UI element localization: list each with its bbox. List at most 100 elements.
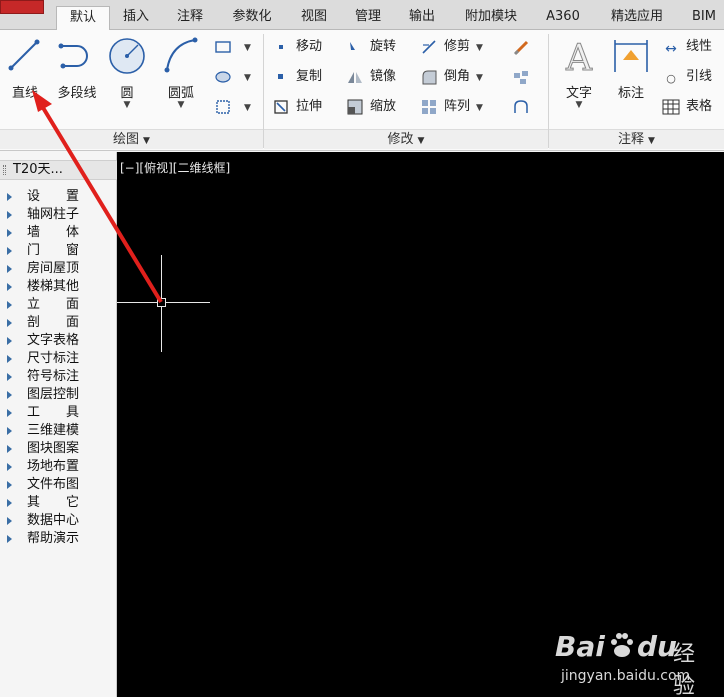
expand-triangle-icon[interactable] xyxy=(7,265,12,273)
t20-menu-item[interactable]: 剖 面 xyxy=(0,314,117,332)
arc-label: 圆弧 xyxy=(167,86,194,101)
viewport-controls-label[interactable]: [−][俯视][二维线框] xyxy=(120,159,230,176)
draw-panel-title[interactable]: 绘图 ▼ xyxy=(0,129,263,149)
tab-output[interactable]: 输出 xyxy=(400,6,444,30)
t20-menu-item[interactable]: 符号标注 xyxy=(0,368,117,386)
expand-triangle-icon[interactable] xyxy=(7,463,12,471)
t20-menu-item-label: 图块图案 xyxy=(27,441,80,456)
stretch-button[interactable]: 拉伸 xyxy=(272,96,322,118)
fillet-button[interactable]: 倒角 ▼ xyxy=(420,66,483,88)
t20-menu-item[interactable]: 轴网柱子 xyxy=(0,206,117,224)
expand-triangle-icon[interactable] xyxy=(7,481,12,489)
expand-triangle-icon[interactable] xyxy=(7,193,12,201)
t20-menu-item[interactable]: 房间屋顶 xyxy=(0,260,117,278)
expand-triangle-icon[interactable] xyxy=(7,301,12,309)
t20-menu-item[interactable]: 其 它 xyxy=(0,494,117,512)
erase-button[interactable] xyxy=(512,36,536,58)
mirror-button[interactable]: 镜像 xyxy=(346,66,396,88)
tab-manage[interactable]: 管理 xyxy=(346,6,390,30)
rectangle-button[interactable]: ▼ xyxy=(214,36,251,58)
array-icon xyxy=(422,99,436,114)
chevron-down-icon: ▼ xyxy=(476,43,483,53)
expand-triangle-icon[interactable] xyxy=(7,229,12,237)
t20-menu-item[interactable]: 楼梯其他 xyxy=(0,278,117,296)
tab-default[interactable]: 默认 xyxy=(56,6,110,30)
t20-menu-item[interactable]: 门 窗 xyxy=(0,242,117,260)
scale-button[interactable]: 缩放 xyxy=(346,96,396,118)
expand-triangle-icon[interactable] xyxy=(7,283,12,291)
explode-button[interactable] xyxy=(512,66,536,88)
move-button[interactable]: 移动 xyxy=(272,36,322,58)
tab-featured-apps[interactable]: 精选应用 xyxy=(600,6,674,30)
t20-menu-item-label: 工 具 xyxy=(27,405,80,420)
expand-triangle-icon[interactable] xyxy=(7,337,12,345)
linear-arrows-icon: ↔ xyxy=(665,40,677,57)
leader-button[interactable]: ○ 引线 xyxy=(662,66,712,88)
modify-panel-title[interactable]: 修改 ▼ xyxy=(264,129,548,149)
t20-menu-item[interactable]: 设 置 xyxy=(0,188,117,206)
rotate-button[interactable]: 旋转 xyxy=(346,36,396,58)
dimension-label: 标注 xyxy=(617,86,644,101)
chevron-down-icon: ▼ xyxy=(648,136,655,146)
expand-triangle-icon[interactable] xyxy=(7,247,12,255)
t20-menu-item[interactable]: 立 面 xyxy=(0,296,117,314)
t20-menu-item[interactable]: 数据中心 xyxy=(0,512,117,530)
circle-dropdown-icon[interactable]: ▼ xyxy=(104,100,150,110)
leader-icon: ○ xyxy=(666,71,676,85)
boundary-button[interactable]: ▼ xyxy=(214,96,251,118)
annotation-panel-title[interactable]: 注释 ▼ xyxy=(549,129,724,149)
chevron-down-icon: ▼ xyxy=(417,136,425,146)
expand-triangle-icon[interactable] xyxy=(7,499,12,507)
expand-triangle-icon[interactable] xyxy=(7,535,12,543)
expand-triangle-icon[interactable] xyxy=(7,517,12,525)
t20-menu-item-label: 轴网柱子 xyxy=(27,207,80,222)
t20-menu-item[interactable]: 墙 体 xyxy=(0,224,117,242)
tab-addons[interactable]: 附加模块 xyxy=(454,6,528,30)
expand-triangle-icon[interactable] xyxy=(7,319,12,327)
trim-label: 修剪 xyxy=(444,39,471,54)
t20-menu-item[interactable]: 场地布置 xyxy=(0,458,117,476)
t20-menu-item[interactable]: 三维建模 xyxy=(0,422,117,440)
t20-menu-item[interactable]: 文字表格 xyxy=(0,332,117,350)
linear-dimension-button[interactable]: ↔ 线性 xyxy=(662,36,712,58)
application-menu-button[interactable] xyxy=(0,0,44,14)
t20-menu: 设 置轴网柱子墙 体门 窗房间屋顶 楼梯其他立 面剖 面文字表格 尺寸标注 符号标注图… xyxy=(0,188,117,548)
array-button[interactable]: 阵列 ▼ xyxy=(420,96,483,118)
t20-menu-item-label: 场地布置 xyxy=(27,459,80,474)
t20-menu-item[interactable]: 尺寸标注 xyxy=(0,350,117,368)
t20-menu-item-label: 设 置 xyxy=(27,189,80,204)
expand-triangle-icon[interactable] xyxy=(7,445,12,453)
dimension-icon xyxy=(614,40,648,72)
t20-menu-item[interactable]: 帮助演示 xyxy=(0,530,117,548)
tab-annotate[interactable]: 注释 xyxy=(168,6,212,30)
expand-triangle-icon[interactable] xyxy=(7,409,12,417)
t20-menu-item[interactable]: 工 具 xyxy=(0,404,117,422)
expand-triangle-icon[interactable] xyxy=(7,391,12,399)
t20-menu-item[interactable]: 图层控制 xyxy=(0,386,117,404)
trim-button[interactable]: 修剪 ▼ xyxy=(420,36,483,58)
arc-dropdown-icon[interactable]: ▼ xyxy=(156,100,206,110)
tab-a360[interactable]: A360 xyxy=(538,6,588,30)
t20-panel-header[interactable]: T20天... xyxy=(0,160,117,180)
expand-triangle-icon[interactable] xyxy=(7,427,12,435)
mirror-icon xyxy=(348,71,362,83)
expand-triangle-icon[interactable] xyxy=(7,211,12,219)
tab-view[interactable]: 视图 xyxy=(292,6,336,30)
expand-triangle-icon[interactable] xyxy=(7,373,12,381)
t20-menu-item[interactable]: 文件布图 xyxy=(0,476,117,494)
drawing-canvas[interactable]: [−][俯视][二维线框] xyxy=(117,152,724,697)
t20-menu-item-label: 文字表格 xyxy=(27,333,80,348)
text-dropdown-icon[interactable]: ▼ xyxy=(556,100,602,110)
table-button[interactable]: 表格 xyxy=(662,96,712,118)
tab-insert[interactable]: 插入 xyxy=(114,6,158,30)
hatch-button[interactable]: ▼ xyxy=(214,66,251,88)
tab-bim[interactable]: BIM xyxy=(684,6,724,30)
offset-button[interactable] xyxy=(512,96,536,118)
t20-tool-panel: T20天... 设 置轴网柱子墙 体门 窗房间屋顶 楼梯其他立 面剖 面文字表格尺… xyxy=(0,152,117,697)
t20-menu-item-label: 楼梯其他 xyxy=(27,279,80,294)
t20-menu-item[interactable]: 图块图案 xyxy=(0,440,117,458)
expand-triangle-icon[interactable] xyxy=(7,355,12,363)
drag-handle-icon[interactable] xyxy=(3,165,6,175)
tab-parametric[interactable]: 参数化 xyxy=(222,6,282,30)
copy-button[interactable]: 复制 xyxy=(272,66,322,88)
